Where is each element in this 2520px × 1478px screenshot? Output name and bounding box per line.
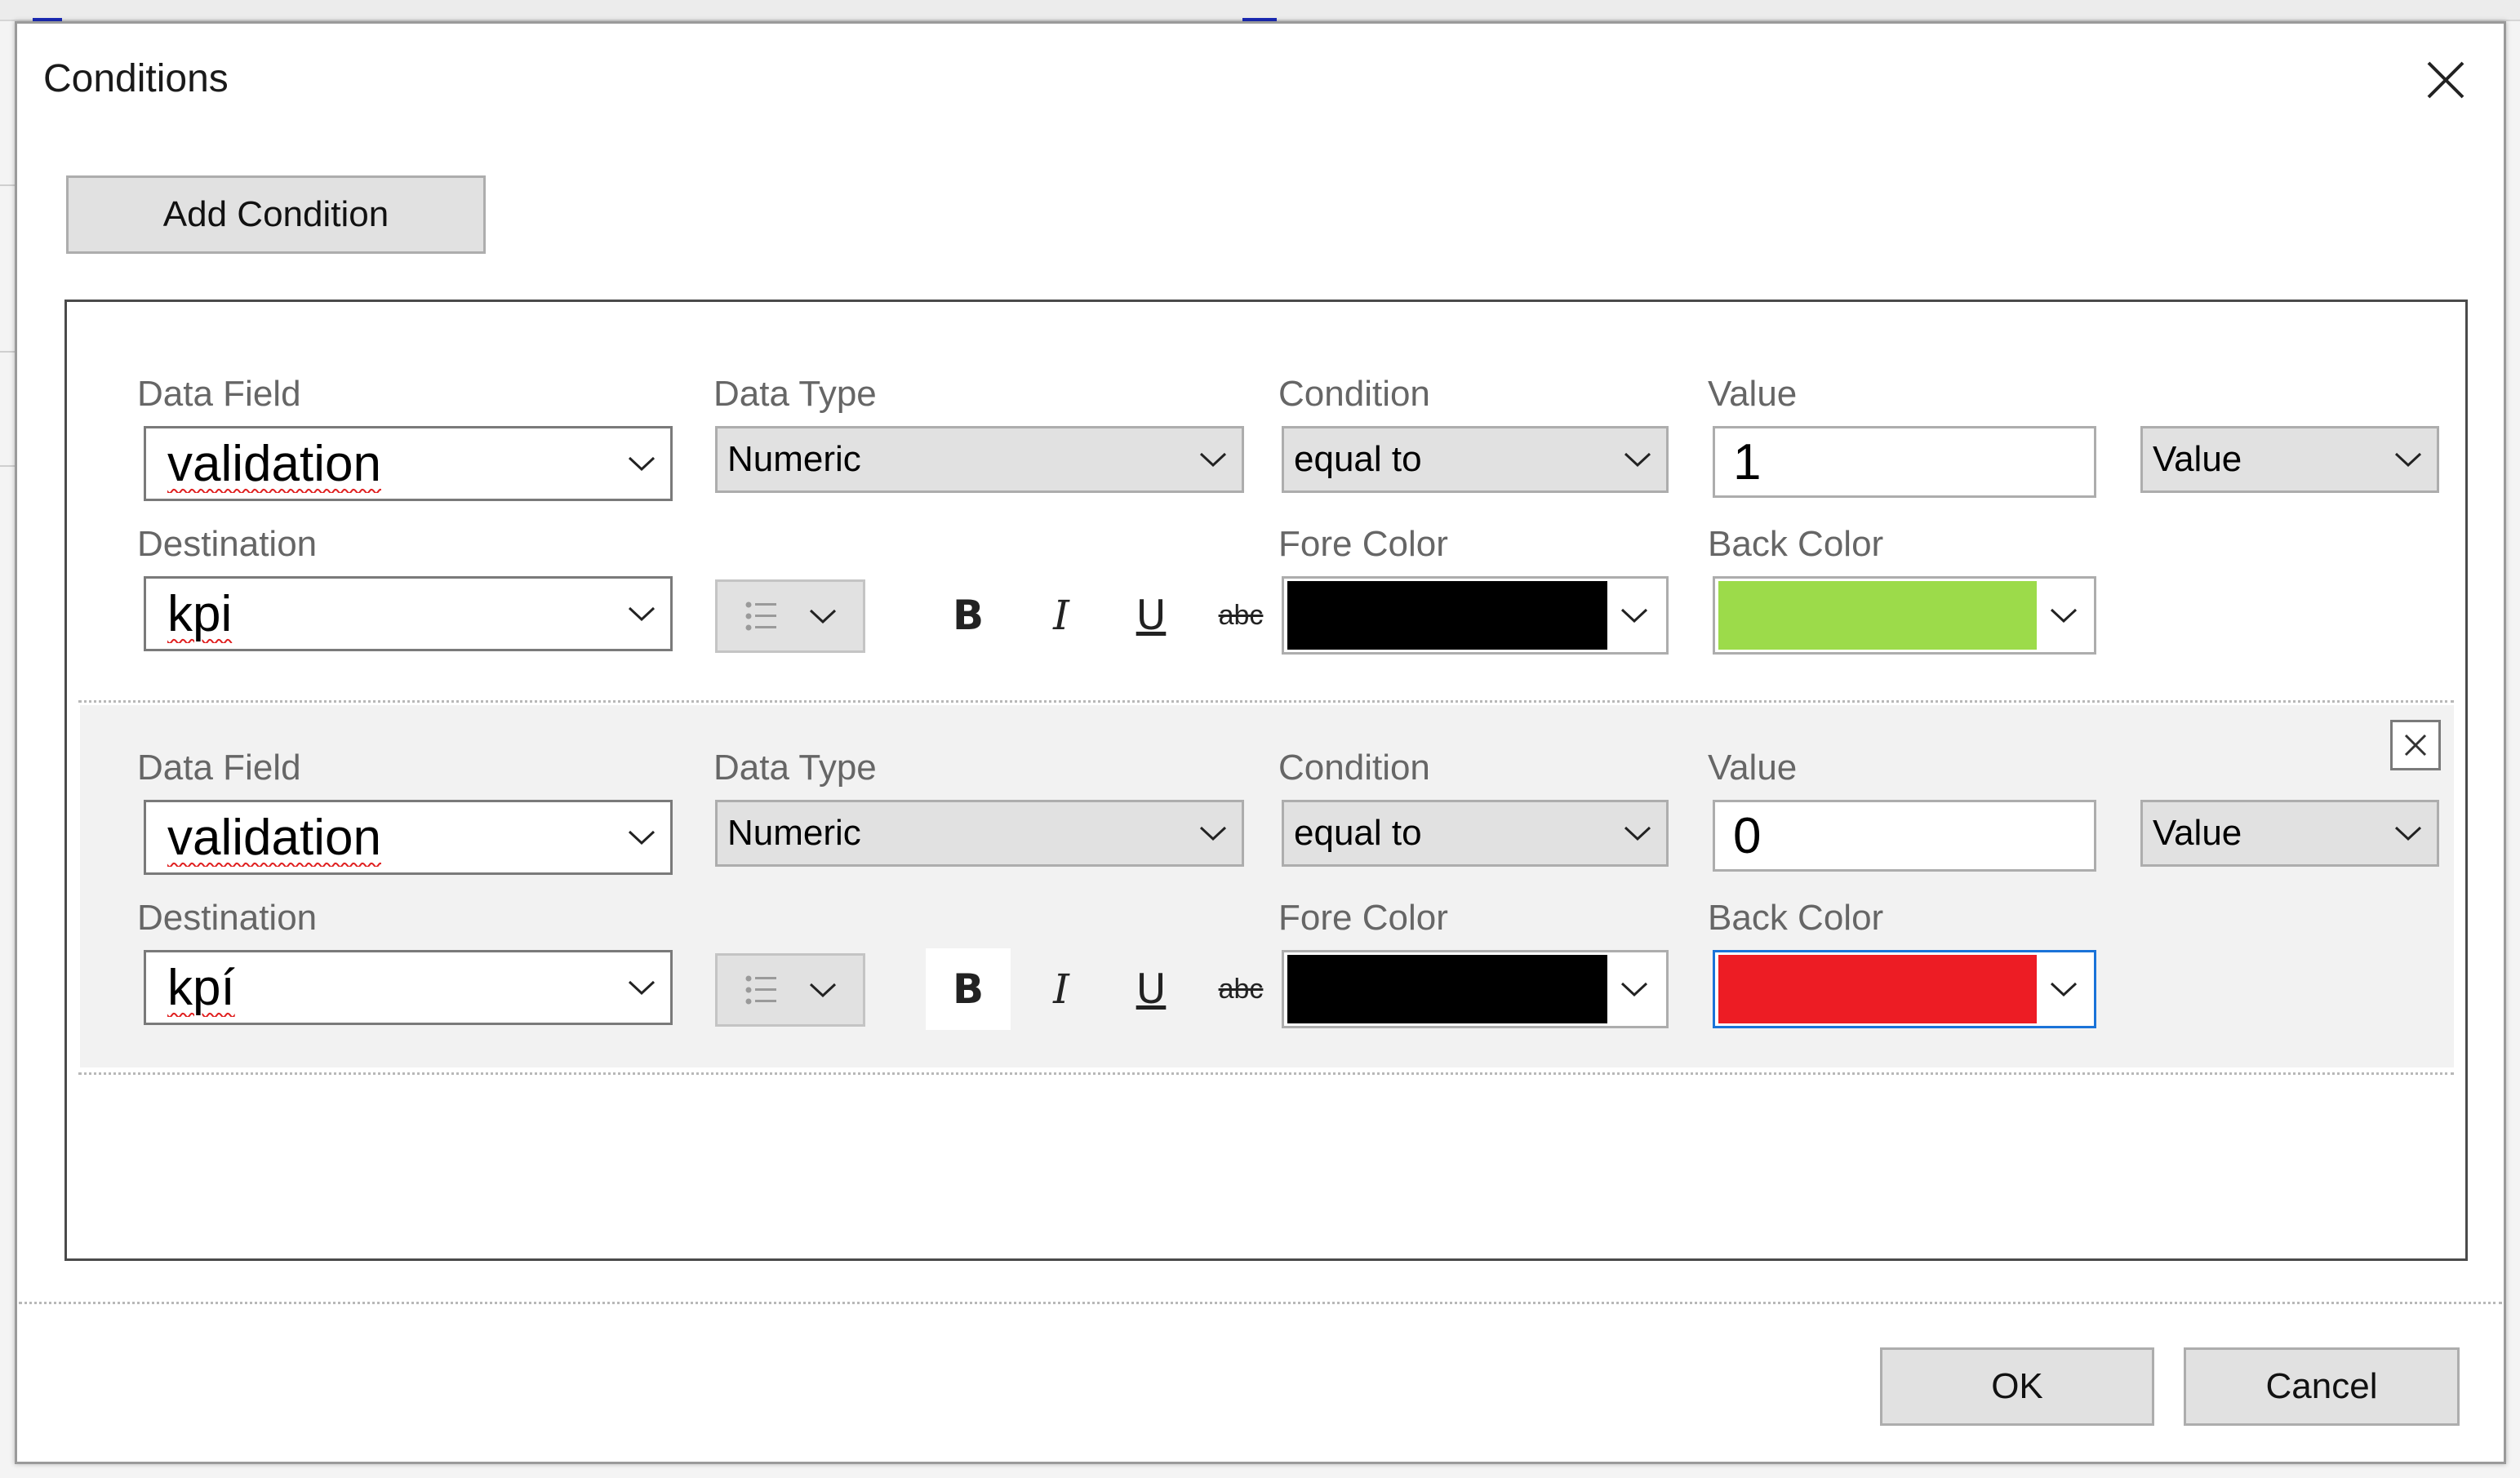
- footer-separator: [19, 1302, 2502, 1304]
- data-field-select[interactable]: validation: [144, 426, 673, 501]
- destination-value: kpí: [167, 959, 235, 1016]
- condition-separator: [78, 700, 2454, 703]
- italic-button[interactable]: I: [1019, 948, 1104, 1030]
- cancel-button[interactable]: Cancel: [2184, 1347, 2460, 1426]
- underline-button[interactable]: U: [1109, 948, 1193, 1030]
- data-field-label: Data Field: [137, 748, 301, 788]
- data-field-value: validation: [167, 435, 381, 492]
- data-type-value: Numeric: [727, 439, 861, 479]
- close-icon: [2427, 61, 2464, 99]
- chevron-down-icon: [613, 802, 670, 872]
- dialog-title: Conditions: [43, 57, 229, 100]
- add-condition-button[interactable]: Add Condition: [66, 175, 486, 254]
- data-type-value: Numeric: [727, 813, 861, 853]
- destination-select[interactable]: kpí: [144, 950, 673, 1025]
- destination-value: kpi: [167, 585, 233, 642]
- strikethrough-button[interactable]: abc: [1198, 948, 1283, 1030]
- back-color-label: Back Color: [1708, 898, 1884, 938]
- bullet-list-icon: [745, 975, 776, 1005]
- value-input[interactable]: 0: [1713, 800, 2096, 872]
- destination-label: Destination: [137, 524, 318, 564]
- close-icon: [2404, 734, 2427, 757]
- strikethrough-button[interactable]: abc: [1198, 575, 1283, 656]
- conditions-dialog: Conditions Add Condition Data Field vali…: [15, 21, 2506, 1464]
- back-color-swatch: [1718, 581, 2038, 650]
- fore-color-label: Fore Color: [1278, 524, 1448, 564]
- condition-select[interactable]: equal to: [1282, 800, 1669, 867]
- value-mode-select[interactable]: Value: [2140, 426, 2439, 493]
- data-type-select[interactable]: Numeric: [715, 800, 1244, 867]
- destination-label: Destination: [137, 898, 318, 938]
- close-dialog-button[interactable]: [2417, 51, 2474, 109]
- fore-color-swatch: [1287, 581, 1607, 650]
- condition-value: equal to: [1294, 439, 1422, 479]
- chevron-down-icon: [1607, 607, 1661, 624]
- value-input[interactable]: 1: [1713, 426, 2096, 498]
- chevron-down-icon: [613, 428, 670, 499]
- data-field-label: Data Field: [137, 374, 301, 414]
- back-color-swatch: [1718, 955, 2038, 1023]
- condition-value: equal to: [1294, 813, 1422, 853]
- chevron-down-icon: [613, 579, 670, 649]
- condition-label: Condition: [1278, 374, 1430, 414]
- chevron-down-icon: [2037, 981, 2091, 997]
- list-style-button[interactable]: [715, 579, 865, 653]
- chevron-down-icon: [809, 608, 837, 624]
- remove-condition-button[interactable]: [2390, 720, 2441, 770]
- ok-button[interactable]: OK: [1880, 1347, 2154, 1426]
- fore-color-swatch: [1287, 955, 1607, 1023]
- data-field-select[interactable]: validation: [144, 800, 673, 875]
- destination-select[interactable]: kpi: [144, 576, 673, 651]
- conditions-panel: Data Field validation Data Type Numeric …: [64, 300, 2468, 1261]
- back-color-picker[interactable]: [1713, 576, 2096, 655]
- value-label: Value: [1708, 374, 1798, 414]
- fore-color-picker[interactable]: [1282, 950, 1669, 1028]
- back-color-label: Back Color: [1708, 524, 1884, 564]
- chevron-down-icon: [1607, 981, 1661, 997]
- value-mode-value: Value: [2153, 439, 2242, 479]
- chevron-down-icon: [1184, 802, 1242, 864]
- chevron-down-icon: [1184, 428, 1242, 490]
- fore-color-label: Fore Color: [1278, 898, 1448, 938]
- chevron-down-icon: [809, 982, 837, 998]
- back-color-picker[interactable]: [1713, 950, 2096, 1028]
- chevron-down-icon: [2380, 802, 2437, 864]
- italic-button[interactable]: I: [1019, 575, 1104, 656]
- data-field-value: validation: [167, 809, 381, 866]
- bold-button[interactable]: B: [926, 948, 1011, 1030]
- chevron-down-icon: [2037, 607, 2091, 624]
- chevron-down-icon: [2380, 428, 2437, 490]
- data-type-select[interactable]: Numeric: [715, 426, 1244, 493]
- value-mode-value: Value: [2153, 813, 2242, 853]
- condition-row: Data Field validation Data Type Numeric …: [80, 705, 2454, 1067]
- data-type-label: Data Type: [713, 748, 877, 788]
- condition-select[interactable]: equal to: [1282, 426, 1669, 493]
- underline-button[interactable]: U: [1109, 575, 1193, 656]
- bold-button[interactable]: B: [926, 575, 1011, 656]
- bullet-list-icon: [745, 601, 776, 631]
- chevron-down-icon: [1609, 428, 1666, 490]
- value-label: Value: [1708, 748, 1798, 788]
- chevron-down-icon: [1609, 802, 1666, 864]
- value-mode-select[interactable]: Value: [2140, 800, 2439, 867]
- condition-separator: [78, 1072, 2454, 1075]
- data-type-label: Data Type: [713, 374, 877, 414]
- condition-label: Condition: [1278, 748, 1430, 788]
- list-style-button[interactable]: [715, 953, 865, 1027]
- fore-color-picker[interactable]: [1282, 576, 1669, 655]
- condition-row: Data Field validation Data Type Numeric …: [67, 302, 2465, 671]
- chevron-down-icon: [613, 952, 670, 1023]
